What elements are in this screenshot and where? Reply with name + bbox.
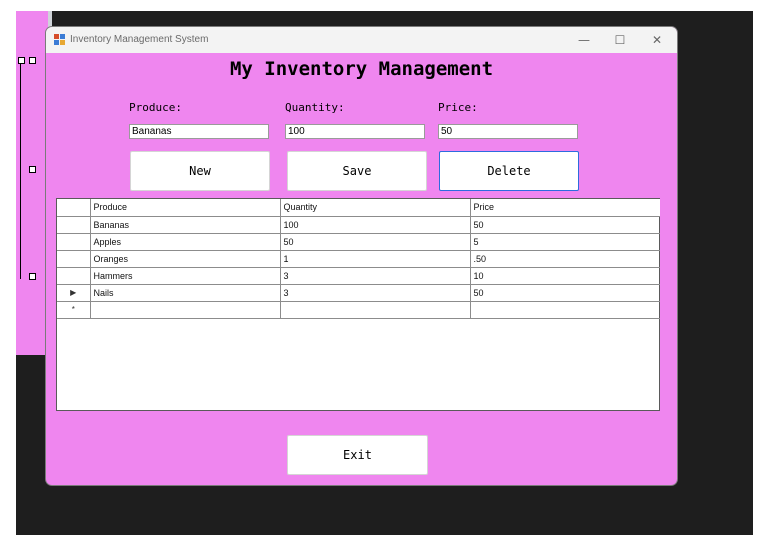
table-row[interactable]: Apples 50 5 <box>57 232 660 251</box>
quantity-input[interactable]: 100 <box>285 124 425 139</box>
inventory-data-grid[interactable]: Produce Quantity Price Bananas 100 50 Ap… <box>56 198 660 411</box>
price-cell[interactable]: 5 <box>469 232 660 251</box>
app-icon <box>54 34 65 45</box>
resize-handle[interactable] <box>29 273 36 280</box>
grid-header-row: Produce Quantity Price <box>57 199 660 217</box>
current-row-icon[interactable]: ▶ <box>57 283 91 302</box>
produce-cell[interactable]: Bananas <box>89 215 281 234</box>
row-header[interactable] <box>57 215 91 234</box>
quantity-cell[interactable]: 100 <box>279 215 471 234</box>
produce-cell[interactable]: Hammers <box>89 266 281 285</box>
table-row[interactable]: Bananas 100 50 <box>57 215 660 234</box>
resize-handle[interactable] <box>29 57 36 64</box>
price-cell[interactable] <box>469 300 660 319</box>
quantity-cell[interactable] <box>279 300 471 319</box>
main-window: Inventory Management System — ☐ ✕ My Inv… <box>46 27 677 485</box>
price-input[interactable]: 50 <box>438 124 578 139</box>
save-button[interactable]: Save <box>287 151 427 191</box>
maximize-button[interactable]: ☐ <box>603 30 637 50</box>
produce-input[interactable]: Bananas <box>129 124 269 139</box>
table-row[interactable]: Oranges 1 .50 <box>57 249 660 268</box>
quantity-cell[interactable]: 3 <box>279 266 471 285</box>
row-header[interactable] <box>57 232 91 251</box>
close-button[interactable]: ✕ <box>640 30 674 50</box>
row-header[interactable] <box>57 249 91 268</box>
produce-cell[interactable]: Nails <box>89 283 281 302</box>
table-row[interactable]: ▶ Nails 3 50 <box>57 283 660 302</box>
new-row[interactable]: * <box>57 300 660 319</box>
price-label: Price: <box>438 101 478 114</box>
price-cell[interactable]: 10 <box>469 266 660 285</box>
row-header[interactable] <box>57 266 91 285</box>
column-header[interactable]: Quantity <box>279 199 471 217</box>
delete-button[interactable]: Delete <box>439 151 579 191</box>
row-header-corner[interactable] <box>57 199 91 217</box>
quantity-cell[interactable]: 50 <box>279 232 471 251</box>
exit-button[interactable]: Exit <box>287 435 428 475</box>
column-header[interactable]: Price <box>469 199 660 217</box>
price-cell[interactable]: 50 <box>469 215 660 234</box>
column-header[interactable]: Produce <box>89 199 281 217</box>
minimize-button[interactable]: — <box>567 30 601 50</box>
resize-handle[interactable] <box>18 57 25 64</box>
produce-cell[interactable]: Oranges <box>89 249 281 268</box>
page-title: My Inventory Management <box>229 58 494 80</box>
price-cell[interactable]: 50 <box>469 283 660 302</box>
new-row-icon[interactable]: * <box>57 300 91 319</box>
produce-cell[interactable]: Apples <box>89 232 281 251</box>
table-row[interactable]: Hammers 3 10 <box>57 266 660 285</box>
produce-cell[interactable] <box>89 300 281 319</box>
quantity-cell[interactable]: 3 <box>279 283 471 302</box>
resize-handle[interactable] <box>29 166 36 173</box>
selection-line <box>20 59 21 279</box>
title-bar[interactable]: Inventory Management System — ☐ ✕ <box>46 27 677 53</box>
new-button[interactable]: New <box>130 151 270 191</box>
quantity-label: Quantity: <box>285 101 345 114</box>
price-cell[interactable]: .50 <box>469 249 660 268</box>
produce-label: Produce: <box>129 101 182 114</box>
window-title: Inventory Management System <box>70 34 209 45</box>
quantity-cell[interactable]: 1 <box>279 249 471 268</box>
